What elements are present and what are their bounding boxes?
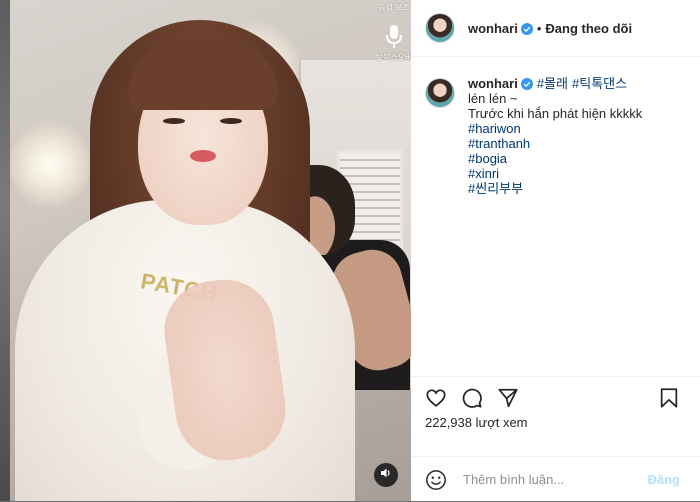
voiceover-label: 보이스오버: [375, 53, 411, 62]
emoji-icon[interactable]: [425, 469, 447, 491]
voiceover-overlay: 음성 보조 보이스오버: [370, 3, 411, 63]
post-comment-button[interactable]: Đăng: [648, 472, 681, 487]
share-icon[interactable]: [497, 387, 519, 409]
hashtag-link[interactable]: #hariwon: [468, 121, 642, 136]
audio-toggle-button[interactable]: [374, 463, 398, 487]
post-sidebar: wonhari • Đang theo dõi wonhari #몰래 #틱톡댄…: [411, 0, 700, 501]
heart-icon[interactable]: [425, 387, 447, 409]
backdrop: [0, 0, 10, 501]
verified-badge-icon: [520, 77, 533, 90]
caption-line: Trước khi hắn phát hiện kkkkk: [468, 106, 643, 121]
caption-line: lén lén ~: [468, 91, 518, 106]
speaker-icon: [380, 466, 392, 484]
following-button[interactable]: Đang theo dõi: [545, 21, 632, 36]
action-icons: [425, 387, 519, 409]
caption-avatar[interactable]: [425, 78, 455, 108]
comment-box: Đăng: [411, 456, 700, 502]
view-count[interactable]: 222,938 lượt xem: [425, 415, 528, 430]
hashtag-link[interactable]: #씬리부부: [468, 181, 642, 196]
mic-icon: [370, 24, 411, 50]
chandelier-left: [10, 120, 90, 210]
hashtag-link[interactable]: #몰래: [537, 76, 568, 91]
post-actions: 222,938 lượt xem: [411, 376, 700, 430]
post-caption: wonhari #몰래 #틱톡댄스 lén lén ~ Trước khi hắ…: [425, 76, 690, 196]
header-username[interactable]: wonhari: [468, 21, 518, 36]
eye-left: [163, 118, 185, 124]
caption-username[interactable]: wonhari: [468, 76, 518, 91]
avatar[interactable]: [425, 13, 455, 43]
verified-badge-icon: [520, 22, 533, 35]
lips: [190, 150, 216, 162]
hashtag-link[interactable]: #xinri: [468, 166, 642, 181]
hashtag-link[interactable]: #bogia: [468, 151, 642, 166]
bookmark-icon[interactable]: [658, 387, 680, 409]
post-video[interactable]: PATCH 음성 보조 보이스오버: [10, 0, 411, 501]
eye-right: [220, 118, 242, 124]
comment-icon[interactable]: [461, 387, 483, 409]
overlay-top-text: 음성 보조: [378, 3, 410, 12]
hashtag-link[interactable]: #tranthanh: [468, 136, 642, 151]
caption-text: wonhari #몰래 #틱톡댄스 lén lén ~ Trước khi hắ…: [468, 76, 642, 196]
comment-input[interactable]: [461, 471, 635, 488]
post-header: wonhari • Đang theo dõi: [411, 0, 700, 57]
header-separator: •: [536, 20, 542, 36]
woman-bangs: [128, 40, 278, 110]
hashtag-link[interactable]: #틱톡댄스: [572, 76, 627, 91]
